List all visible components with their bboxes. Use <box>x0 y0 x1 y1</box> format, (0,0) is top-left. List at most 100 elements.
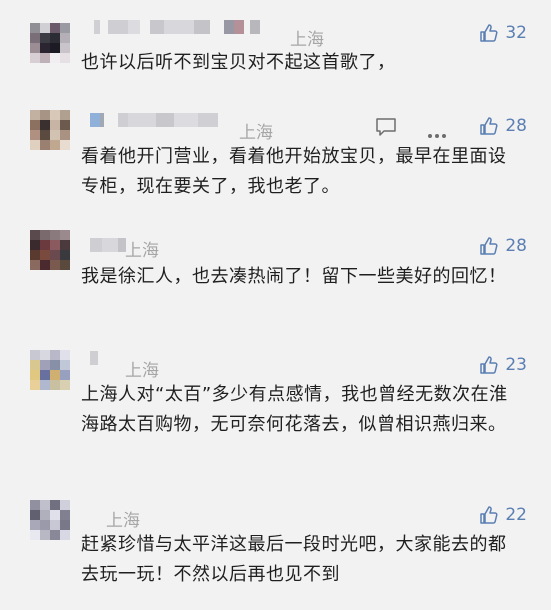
avatar-pixel <box>30 530 40 540</box>
thumbs-up-icon <box>479 23 499 43</box>
like-button[interactable]: 22 <box>479 505 527 525</box>
avatar-pixel <box>30 370 40 380</box>
thumbs-up-icon <box>479 355 499 375</box>
avatar-pixel <box>50 260 60 270</box>
avatar-pixel <box>30 33 40 43</box>
avatar-pixel <box>30 53 40 63</box>
location-label: 上海 <box>125 241 159 261</box>
thumbs-up-icon <box>479 236 499 256</box>
avatar-pixel <box>40 43 50 53</box>
avatar-pixel <box>60 530 70 540</box>
avatar-pixel <box>30 250 40 260</box>
comment-icon[interactable] <box>375 117 397 141</box>
like-count: 23 <box>505 355 527 375</box>
avatar-pixel <box>50 240 60 250</box>
avatar-pixel <box>30 120 40 130</box>
avatar[interactable] <box>30 230 70 270</box>
like-button[interactable]: 28 <box>479 236 527 256</box>
avatar-pixel <box>40 380 50 390</box>
avatar-pixel <box>50 130 60 140</box>
avatar-pixel <box>60 240 70 250</box>
username-blurred[interactable] <box>90 350 98 366</box>
avatar-pixel <box>60 43 70 53</box>
username-blurred[interactable] <box>90 237 126 253</box>
location-label: 上海 <box>290 30 324 50</box>
like-count: 28 <box>505 236 527 256</box>
comment-text: 看着他开门营业，看着他开始放宝贝，最早在里面设专柜，现在要关了，我也老了。 <box>81 146 507 197</box>
avatar-pixel <box>60 230 70 240</box>
avatar-pixel <box>50 23 60 33</box>
avatar-pixel <box>60 350 70 360</box>
thumbs-up-icon <box>479 505 499 525</box>
avatar-pixel <box>40 140 50 150</box>
avatar-pixel <box>50 350 60 360</box>
like-button[interactable]: 23 <box>479 355 527 375</box>
avatar-pixel <box>40 23 50 33</box>
avatar-pixel <box>40 53 50 63</box>
avatar-pixel <box>30 110 40 120</box>
avatar-pixel <box>50 110 60 120</box>
avatar-pixel <box>50 230 60 240</box>
avatar-pixel <box>60 23 70 33</box>
avatar-pixel <box>30 230 40 240</box>
location-label: 上海 <box>239 123 273 143</box>
comment-text: 也许以后听不到宝贝对不起这首歌了， <box>81 52 396 73</box>
like-count: 22 <box>505 505 527 525</box>
avatar-pixel <box>60 140 70 150</box>
avatar-pixel <box>60 520 70 530</box>
avatar-pixel <box>50 250 60 260</box>
username-blurred[interactable] <box>94 19 260 35</box>
avatar-pixel <box>30 360 40 370</box>
avatar-pixel <box>50 53 60 63</box>
avatar-pixel <box>60 130 70 140</box>
avatar-pixel <box>30 130 40 140</box>
avatar-pixel <box>60 260 70 270</box>
avatar-pixel <box>60 120 70 130</box>
avatar-pixel <box>60 53 70 63</box>
more-dots-icon[interactable] <box>427 124 447 143</box>
avatar-pixel <box>50 520 60 530</box>
avatar-pixel <box>50 380 60 390</box>
avatar-pixel <box>50 530 60 540</box>
location-label: 上海 <box>106 511 140 531</box>
avatar-pixel <box>40 260 50 270</box>
avatar-pixel <box>40 33 50 43</box>
avatar-pixel <box>60 360 70 370</box>
avatar-pixel <box>60 370 70 380</box>
avatar-pixel <box>40 500 50 510</box>
avatar-pixel <box>40 110 50 120</box>
avatar-pixel <box>50 120 60 130</box>
username-blurred[interactable] <box>90 112 218 128</box>
comment-text: 赶紧珍惜与太平洋这最后一段时光吧，大家能去的都去玩一玩！不然以后再也见不到 <box>81 534 507 585</box>
like-count: 28 <box>505 116 527 136</box>
avatar-pixel <box>30 510 40 520</box>
thumbs-up-icon <box>479 116 499 136</box>
avatar[interactable] <box>30 350 70 390</box>
like-button[interactable]: 28 <box>479 116 527 136</box>
avatar-pixel <box>40 240 50 250</box>
avatar-pixel <box>50 140 60 150</box>
avatar[interactable] <box>30 110 70 150</box>
avatar-pixel <box>60 33 70 43</box>
avatar[interactable] <box>30 23 70 63</box>
avatar-pixel <box>60 500 70 510</box>
avatar-pixel <box>30 240 40 250</box>
avatar-pixel <box>60 110 70 120</box>
comment-text: 我是徐汇人，也去凑热闹了！留下一些美好的回忆！ <box>81 266 507 287</box>
avatar-pixel <box>40 520 50 530</box>
like-button[interactable]: 32 <box>479 23 527 43</box>
avatar-pixel <box>50 43 60 53</box>
avatar-pixel <box>30 380 40 390</box>
avatar-pixel <box>60 380 70 390</box>
avatar-pixel <box>40 230 50 240</box>
avatar-pixel <box>40 120 50 130</box>
location-label: 上海 <box>125 361 159 381</box>
like-count: 32 <box>505 23 527 43</box>
avatar[interactable] <box>30 500 70 540</box>
avatar-pixel <box>50 370 60 380</box>
avatar-pixel <box>30 43 40 53</box>
avatar-pixel <box>50 500 60 510</box>
avatar-pixel <box>60 510 70 520</box>
avatar-pixel <box>50 510 60 520</box>
avatar-pixel <box>60 250 70 260</box>
